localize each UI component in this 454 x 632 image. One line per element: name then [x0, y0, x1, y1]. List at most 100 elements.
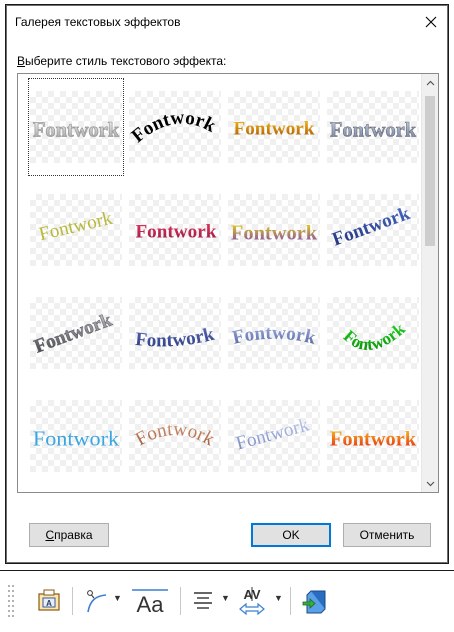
toolbar-separator: [290, 587, 291, 615]
fontwork-style-gold-gradient[interactable]: Fontwork: [226, 78, 322, 176]
fontwork-sample-text: Fontwork: [132, 419, 218, 451]
fontwork-preview: Fontwork: [327, 91, 419, 163]
svg-text:A: A: [46, 599, 52, 608]
same-letter-heights-button[interactable]: Aa: [128, 585, 172, 617]
fontwork-preview-image: Fontwork: [234, 414, 312, 454]
fontwork-sample-text: Fontwork: [32, 310, 115, 358]
prompt-text: ыберите стиль текстового эффекта:: [25, 54, 227, 68]
fontwork-style-green-curve[interactable]: Fontwork: [325, 284, 421, 382]
toolbar-grip-icon[interactable]: [7, 583, 15, 623]
fontwork-sample-text: Fontwork: [33, 118, 120, 142]
fontwork-sample-text: Fontwork: [330, 118, 417, 142]
fontwork-sample-text: Fontwork: [134, 324, 216, 352]
fontwork-style-arc-brown[interactable]: Fontwork: [127, 387, 223, 485]
fontwork-preview-image: Fontwork: [132, 419, 218, 451]
fontwork-style-bubble-blue[interactable]: Fontwork: [226, 284, 322, 382]
fontwork-style-blue-rise[interactable]: Fontwork: [325, 181, 421, 279]
close-icon: [425, 16, 437, 28]
fontwork-style-light-slant[interactable]: Fontwork: [226, 387, 322, 485]
fontwork-sample-text: Fontwork: [129, 107, 219, 147]
fontwork-preview-image: Fontwork: [330, 117, 417, 142]
fontwork-sample-text: Fontwork: [340, 319, 409, 354]
fontwork-preview-image: Fontwork: [129, 107, 219, 147]
fontwork-preview-image: Fontwork: [31, 309, 115, 358]
toggle-extrusion-button[interactable]: [298, 585, 332, 617]
fontwork-preview: Fontwork: [327, 297, 419, 369]
fontwork-preview: Fontwork: [228, 91, 320, 163]
fontwork-style-yellow-purple[interactable]: Fontwork: [226, 181, 322, 279]
chevron-up-icon: [426, 80, 435, 85]
fontwork-style-wave-blue[interactable]: Fontwork: [127, 284, 223, 382]
character-spacing-button[interactable]: AV: [234, 585, 270, 617]
scroll-up-button[interactable]: [422, 74, 438, 91]
fontwork-sample-text: Fontwork: [231, 221, 318, 245]
scroll-thumb[interactable]: [425, 96, 435, 246]
fontwork-style-gray-tilt[interactable]: Fontwork: [28, 284, 124, 382]
fontwork-preview: Fontwork: [129, 194, 221, 266]
extrusion-icon: [302, 590, 326, 614]
fontwork-style-outline-gray[interactable]: Fontwork: [28, 78, 124, 176]
fontwork-sample-text: Fontwork: [37, 208, 115, 245]
text-frame-icon: A: [38, 589, 60, 611]
fontwork-alignment-button[interactable]: [188, 585, 218, 617]
fontwork-style-perspective-red[interactable]: Fontwork: [127, 181, 223, 279]
fontwork-sample-text: Fontwork: [33, 427, 120, 451]
help-button[interactable]: Справка: [29, 523, 109, 547]
fontwork-preview: Fontwork: [129, 400, 221, 472]
title-bar: Галерея текстовых эффектов: [7, 6, 447, 38]
fontwork-preview-image: Fontwork: [330, 427, 417, 451]
fontwork-preview: Fontwork: [228, 400, 320, 472]
shape-dropdown-arrow[interactable]: ▼: [113, 593, 122, 603]
fontwork-preview-image: Fontwork: [231, 221, 318, 245]
fontwork-preview: Fontwork: [228, 194, 320, 266]
alignment-dropdown-arrow[interactable]: ▼: [221, 593, 230, 603]
gallery-prompt: Выберите стиль текстового эффекта:: [17, 54, 226, 68]
fontwork-sample-text: Fontwork: [330, 203, 414, 251]
fontwork-style-silver-3d[interactable]: Fontwork: [325, 78, 421, 176]
fontwork-sample-text: Fontwork: [135, 222, 216, 243]
fontwork-preview-image: Fontwork: [32, 117, 120, 142]
fontwork-sample-text: Fontwork: [330, 427, 417, 451]
prompt-accelerator: В: [17, 54, 26, 68]
fontwork-preview: Fontwork: [30, 91, 122, 163]
fontwork-preview: Fontwork: [129, 91, 221, 163]
fontwork-gallery[interactable]: Fontwork Fontwork Fontwork Fontwork Fontwork…: [17, 73, 439, 493]
fontwork-preview: Fontwork: [327, 400, 419, 472]
fontwork-preview-image: Fontwork: [234, 119, 315, 140]
fontwork-preview: Fontwork: [129, 297, 221, 369]
fontwork-preview: Fontwork: [30, 297, 122, 369]
help-accelerator: С: [45, 528, 55, 542]
fontwork-preview-image: Fontwork: [135, 222, 216, 243]
fontwork-preview-image: Fontwork: [37, 208, 115, 245]
chevron-down-icon: [426, 481, 435, 486]
fontwork-sample-text: Fontwork: [231, 323, 318, 349]
svg-text:Aa: Aa: [137, 592, 165, 616]
align-icon: [194, 592, 212, 609]
toolbar-separator: [180, 587, 181, 615]
help-label: правка: [54, 528, 93, 542]
fontwork-preview-image: Fontwork: [231, 323, 318, 349]
fontwork-preview-image: Fontwork: [340, 319, 409, 354]
fontwork-shape-button[interactable]: [80, 585, 110, 617]
scroll-down-button[interactable]: [422, 475, 438, 492]
fontwork-preview: Fontwork: [228, 297, 320, 369]
ok-button[interactable]: OK: [251, 523, 331, 547]
dialog-title: Галерея текстовых эффектов: [15, 15, 181, 29]
fontwork-style-orange-red[interactable]: Fontwork: [325, 387, 421, 485]
gallery-scrollbar[interactable]: [421, 74, 438, 492]
text-effects-dialog: Галерея текстовых эффектов Выберите стил…: [6, 5, 448, 563]
close-button[interactable]: [419, 10, 443, 34]
fontwork-toolbar: A ▼ Aa ▼ AV ▼: [0, 570, 454, 632]
spacing-dropdown-arrow[interactable]: ▼: [274, 593, 283, 603]
fontwork-style-slant-olive[interactable]: Fontwork: [28, 181, 124, 279]
text-size-icon: Aa: [132, 589, 168, 616]
insert-fontwork-button[interactable]: A: [34, 585, 64, 617]
cancel-button[interactable]: Отменить: [343, 523, 431, 547]
fontwork-preview: Fontwork: [30, 194, 122, 266]
fontwork-style-arch-black[interactable]: Fontwork: [127, 78, 223, 176]
spacing-icon: AV: [239, 587, 265, 616]
curve-icon: [87, 590, 107, 613]
fontwork-preview-image: Fontwork: [330, 203, 414, 251]
fontwork-preview-image: Fontwork: [33, 427, 120, 451]
fontwork-style-plain-blue[interactable]: Fontwork: [28, 387, 124, 485]
